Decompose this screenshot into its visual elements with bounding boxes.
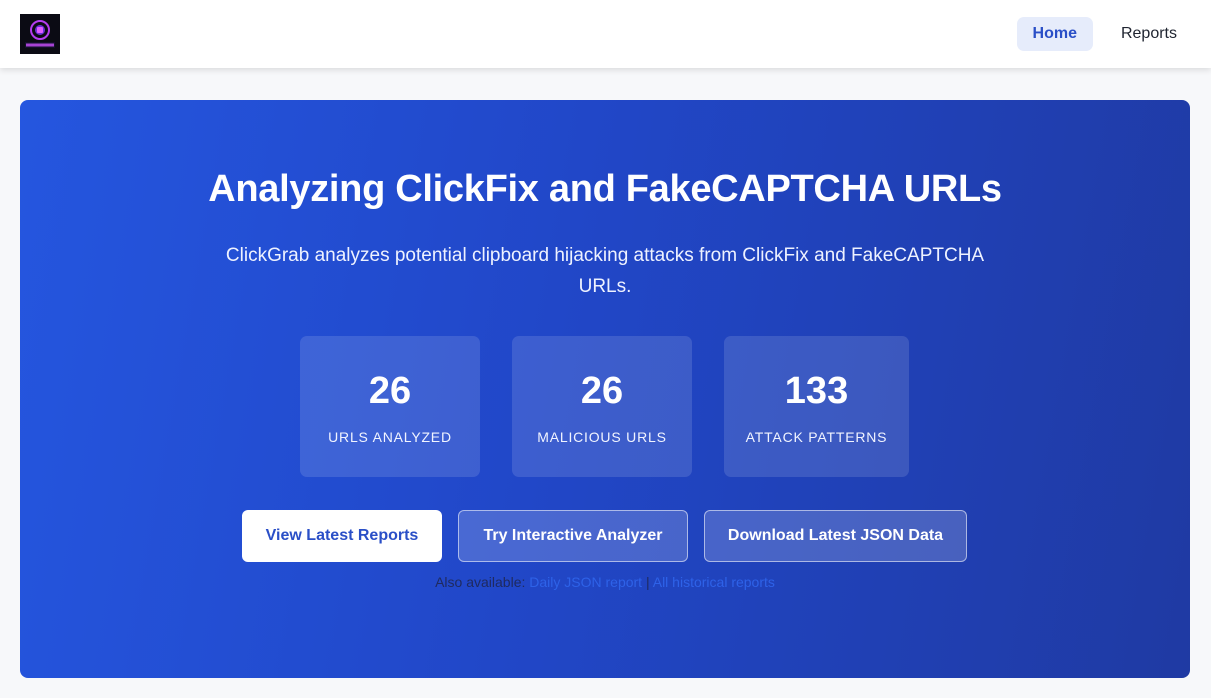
hero-title: Analyzing ClickFix and FakeCAPTCHA URLs (208, 168, 1002, 210)
try-interactive-analyzer-button[interactable]: Try Interactive Analyzer (458, 510, 688, 562)
historical-reports-link[interactable]: All historical reports (653, 574, 775, 590)
hero-subtitle: ClickGrab analyzes potential clipboard h… (225, 245, 985, 297)
clickgrab-logo[interactable] (20, 14, 60, 54)
also-available-prefix: Also available: (435, 574, 526, 590)
download-json-button[interactable]: Download Latest JSON Data (704, 510, 967, 562)
stat-card-urls-analyzed: 26 URLS ANALYZED (300, 336, 480, 477)
link-separator: | (645, 574, 650, 590)
daily-json-report-link[interactable]: Daily JSON report (529, 574, 642, 590)
hero-actions: View Latest Reports Try Interactive Anal… (242, 510, 967, 562)
stat-value: 26 (368, 369, 412, 412)
stat-label: MALICIOUS URLS (537, 428, 667, 445)
stat-value: 26 (580, 369, 624, 412)
stat-card-malicious-urls: 26 MALICIOUS URLS (512, 336, 692, 477)
hero-section: Analyzing ClickFix and FakeCAPTCHA URLs … (20, 100, 1190, 678)
nav-reports-link[interactable]: Reports (1105, 17, 1193, 51)
logo-icon (20, 14, 60, 54)
stat-label: ATTACK PATTERNS (745, 428, 888, 445)
stat-card-attack-patterns: 133 ATTACK PATTERNS (724, 336, 909, 477)
stat-value: 133 (784, 369, 849, 412)
also-available-line: Also available: Daily JSON report | All … (20, 574, 1190, 590)
stats-row: 26 URLS ANALYZED 26 MALICIOUS URLS 133 A… (300, 336, 909, 477)
view-latest-reports-button[interactable]: View Latest Reports (242, 510, 442, 562)
stat-label: URLS ANALYZED (328, 428, 452, 445)
nav-links: Home Reports (1016, 17, 1193, 51)
nav-home-link[interactable]: Home (1016, 17, 1093, 51)
navbar: Home Reports (0, 0, 1211, 68)
